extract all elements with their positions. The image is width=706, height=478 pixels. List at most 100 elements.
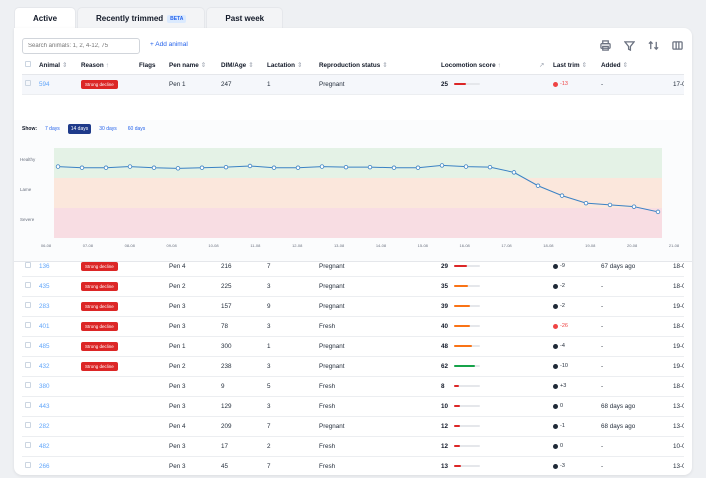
- row-checkbox[interactable]: [25, 462, 31, 468]
- col-loco[interactable]: Locomotion score ↑: [438, 57, 534, 75]
- pen-name: Pen 3: [169, 382, 186, 390]
- loco-score: 39: [441, 303, 531, 310]
- data-point: [127, 164, 133, 169]
- table-row[interactable]: 283 Strong decline Pen 3 157 9 Pregnant 39 -2- 1…: [22, 296, 684, 316]
- data-point: [415, 165, 421, 170]
- sort-icon[interactable]: [646, 38, 660, 52]
- tab-past-week[interactable]: Past week: [206, 7, 284, 29]
- x-tick-label: 19-08: [585, 243, 596, 248]
- loco-bar: [454, 325, 480, 327]
- animal-id[interactable]: 283: [36, 296, 78, 316]
- table-row[interactable]: 401Strong decline Pen 3 78 3 Fresh 40 -26- 18-0…: [22, 316, 684, 336]
- col-dim[interactable]: DIM/Age ⇕: [218, 57, 264, 75]
- period-14-days[interactable]: 14 days: [67, 124, 92, 134]
- animal-id[interactable]: 435: [36, 276, 78, 296]
- added-date: 13-07-2025 07:58: [673, 462, 684, 470]
- tab-active[interactable]: Active: [14, 7, 77, 29]
- tab-recently-trimmed[interactable]: Recently trimmed BETA: [77, 7, 206, 29]
- data-point: [439, 163, 445, 168]
- col-lactation[interactable]: Lactation ⇕: [264, 57, 316, 75]
- row-checkbox[interactable]: [25, 442, 31, 448]
- col-last-trim[interactable]: Last trim ⇕: [550, 57, 598, 75]
- animal-id[interactable]: 432: [36, 356, 78, 376]
- loco-score: 8: [441, 383, 531, 390]
- x-tick-label: 09-08: [166, 243, 177, 248]
- animal-id[interactable]: 266: [36, 456, 78, 475]
- loco-score: 12: [441, 443, 531, 450]
- animal-id[interactable]: 401: [36, 316, 78, 336]
- col-flags[interactable]: Flags: [136, 57, 166, 75]
- animal-id[interactable]: 380: [36, 376, 78, 396]
- loco-bar: [454, 405, 480, 407]
- loco-bar: [454, 365, 480, 367]
- table-row[interactable]: 443 Pen 3 129 3 Fresh 10 0 68 days ago 13-07-202…: [22, 396, 684, 416]
- last-trim: -: [601, 322, 604, 330]
- period-60-days[interactable]: 60 days: [125, 124, 149, 134]
- repro-status: Fresh: [319, 402, 336, 410]
- table-row[interactable]: 482 Pen 3 17 2 Fresh 12 0- 10-08-2025 07:59: [22, 436, 684, 456]
- col-animal[interactable]: Animal ⇕: [36, 57, 78, 75]
- dim-age: 238: [221, 362, 232, 370]
- row-checkbox[interactable]: [25, 422, 31, 428]
- dim-age: 225: [221, 282, 232, 290]
- row-checkbox[interactable]: [25, 402, 31, 408]
- loco-bar: [454, 465, 480, 467]
- row-checkbox[interactable]: [25, 262, 31, 268]
- trend: -4: [553, 343, 595, 349]
- toolbar: + Add animal: [22, 38, 684, 54]
- locomotion-history-panel: Show: 7 days 14 days 30 days 60 days Hea…: [14, 120, 692, 262]
- animal-id[interactable]: 594: [36, 74, 78, 94]
- row-checkbox[interactable]: [25, 362, 31, 368]
- band-label: Healthy: [20, 157, 36, 162]
- trend-dot-icon: [553, 383, 558, 389]
- animal-id[interactable]: 282: [36, 416, 78, 436]
- row-checkbox[interactable]: [25, 302, 31, 308]
- animal-id[interactable]: 443: [36, 396, 78, 416]
- pen-name: Pen 3: [169, 302, 186, 310]
- col-added[interactable]: Added ⇕: [598, 57, 670, 75]
- repro-status: Fresh: [319, 382, 336, 390]
- search-input[interactable]: [22, 38, 140, 54]
- col-reason[interactable]: Reason ↑: [78, 57, 136, 75]
- row-checkbox[interactable]: [25, 322, 31, 328]
- animal-id[interactable]: 485: [36, 336, 78, 356]
- select-all-checkbox[interactable]: [25, 61, 31, 68]
- added-date: 19-08-2025 06:09: [673, 342, 684, 350]
- x-tick-label: 12-08: [292, 243, 303, 248]
- repro-status: Fresh: [319, 462, 336, 470]
- data-point: [199, 165, 205, 170]
- tab-bar: Active Recently trimmed BETA Past week: [14, 7, 284, 29]
- data-point: [103, 165, 109, 170]
- lactation: 3: [267, 362, 271, 370]
- table-row[interactable]: 485 Strong decline Pen 1 300 1 Pregnant 48 -4- 1…: [22, 336, 684, 356]
- animal-id[interactable]: 482: [36, 436, 78, 456]
- filter-icon[interactable]: [622, 38, 636, 52]
- trend-dot-icon: [553, 443, 558, 449]
- trend-dot-icon: [553, 343, 558, 349]
- col-pen[interactable]: Pen name ⇕: [166, 57, 218, 75]
- period-7-days[interactable]: 7 days: [42, 124, 63, 134]
- band-severe: [54, 208, 662, 238]
- row-checkbox[interactable]: [25, 80, 31, 86]
- print-icon[interactable]: [598, 38, 612, 52]
- col-repro[interactable]: Reproduction status ⇕: [316, 57, 438, 75]
- period-30-days[interactable]: 30 days: [96, 124, 120, 134]
- loco-bar: [454, 305, 480, 307]
- col-trend[interactable]: ↗: [534, 57, 550, 75]
- table-row[interactable]: 435 Strong decline Pen 2 225 3 Pregnant 35 -2- 1…: [22, 276, 684, 296]
- data-point: [631, 204, 637, 209]
- table-row[interactable]: 432 Strong decline Pen 2 238 3 Pregnant 62 -10-…: [22, 356, 684, 376]
- lactation: 3: [267, 282, 271, 290]
- table-row-expanded[interactable]: 594 Strong decline Pen 1 247 1 Pregnant …: [22, 74, 684, 94]
- columns-icon[interactable]: [670, 38, 684, 52]
- row-checkbox[interactable]: [25, 282, 31, 288]
- row-checkbox[interactable]: [25, 342, 31, 348]
- table-row[interactable]: 380 Pen 3 9 5 Fresh 8 +3- 18-08-2025 07:35: [22, 376, 684, 396]
- x-tick-label: 14-08: [376, 243, 387, 248]
- dim-age: 17: [221, 442, 229, 450]
- table-row[interactable]: 266 Pen 3 45 7 Fresh 13 -3- 13-07-2025 07:58: [22, 456, 684, 475]
- row-checkbox[interactable]: [25, 382, 31, 388]
- table-header: Animal ⇕ Reason ↑ Flags Pen name ⇕ DIM/Age ⇕…: [22, 57, 684, 75]
- table-row[interactable]: 282 Pen 4 209 7 Pregnant 12 -1 68 days ago 13-07…: [22, 416, 684, 436]
- add-animal-button[interactable]: + Add animal: [150, 41, 188, 48]
